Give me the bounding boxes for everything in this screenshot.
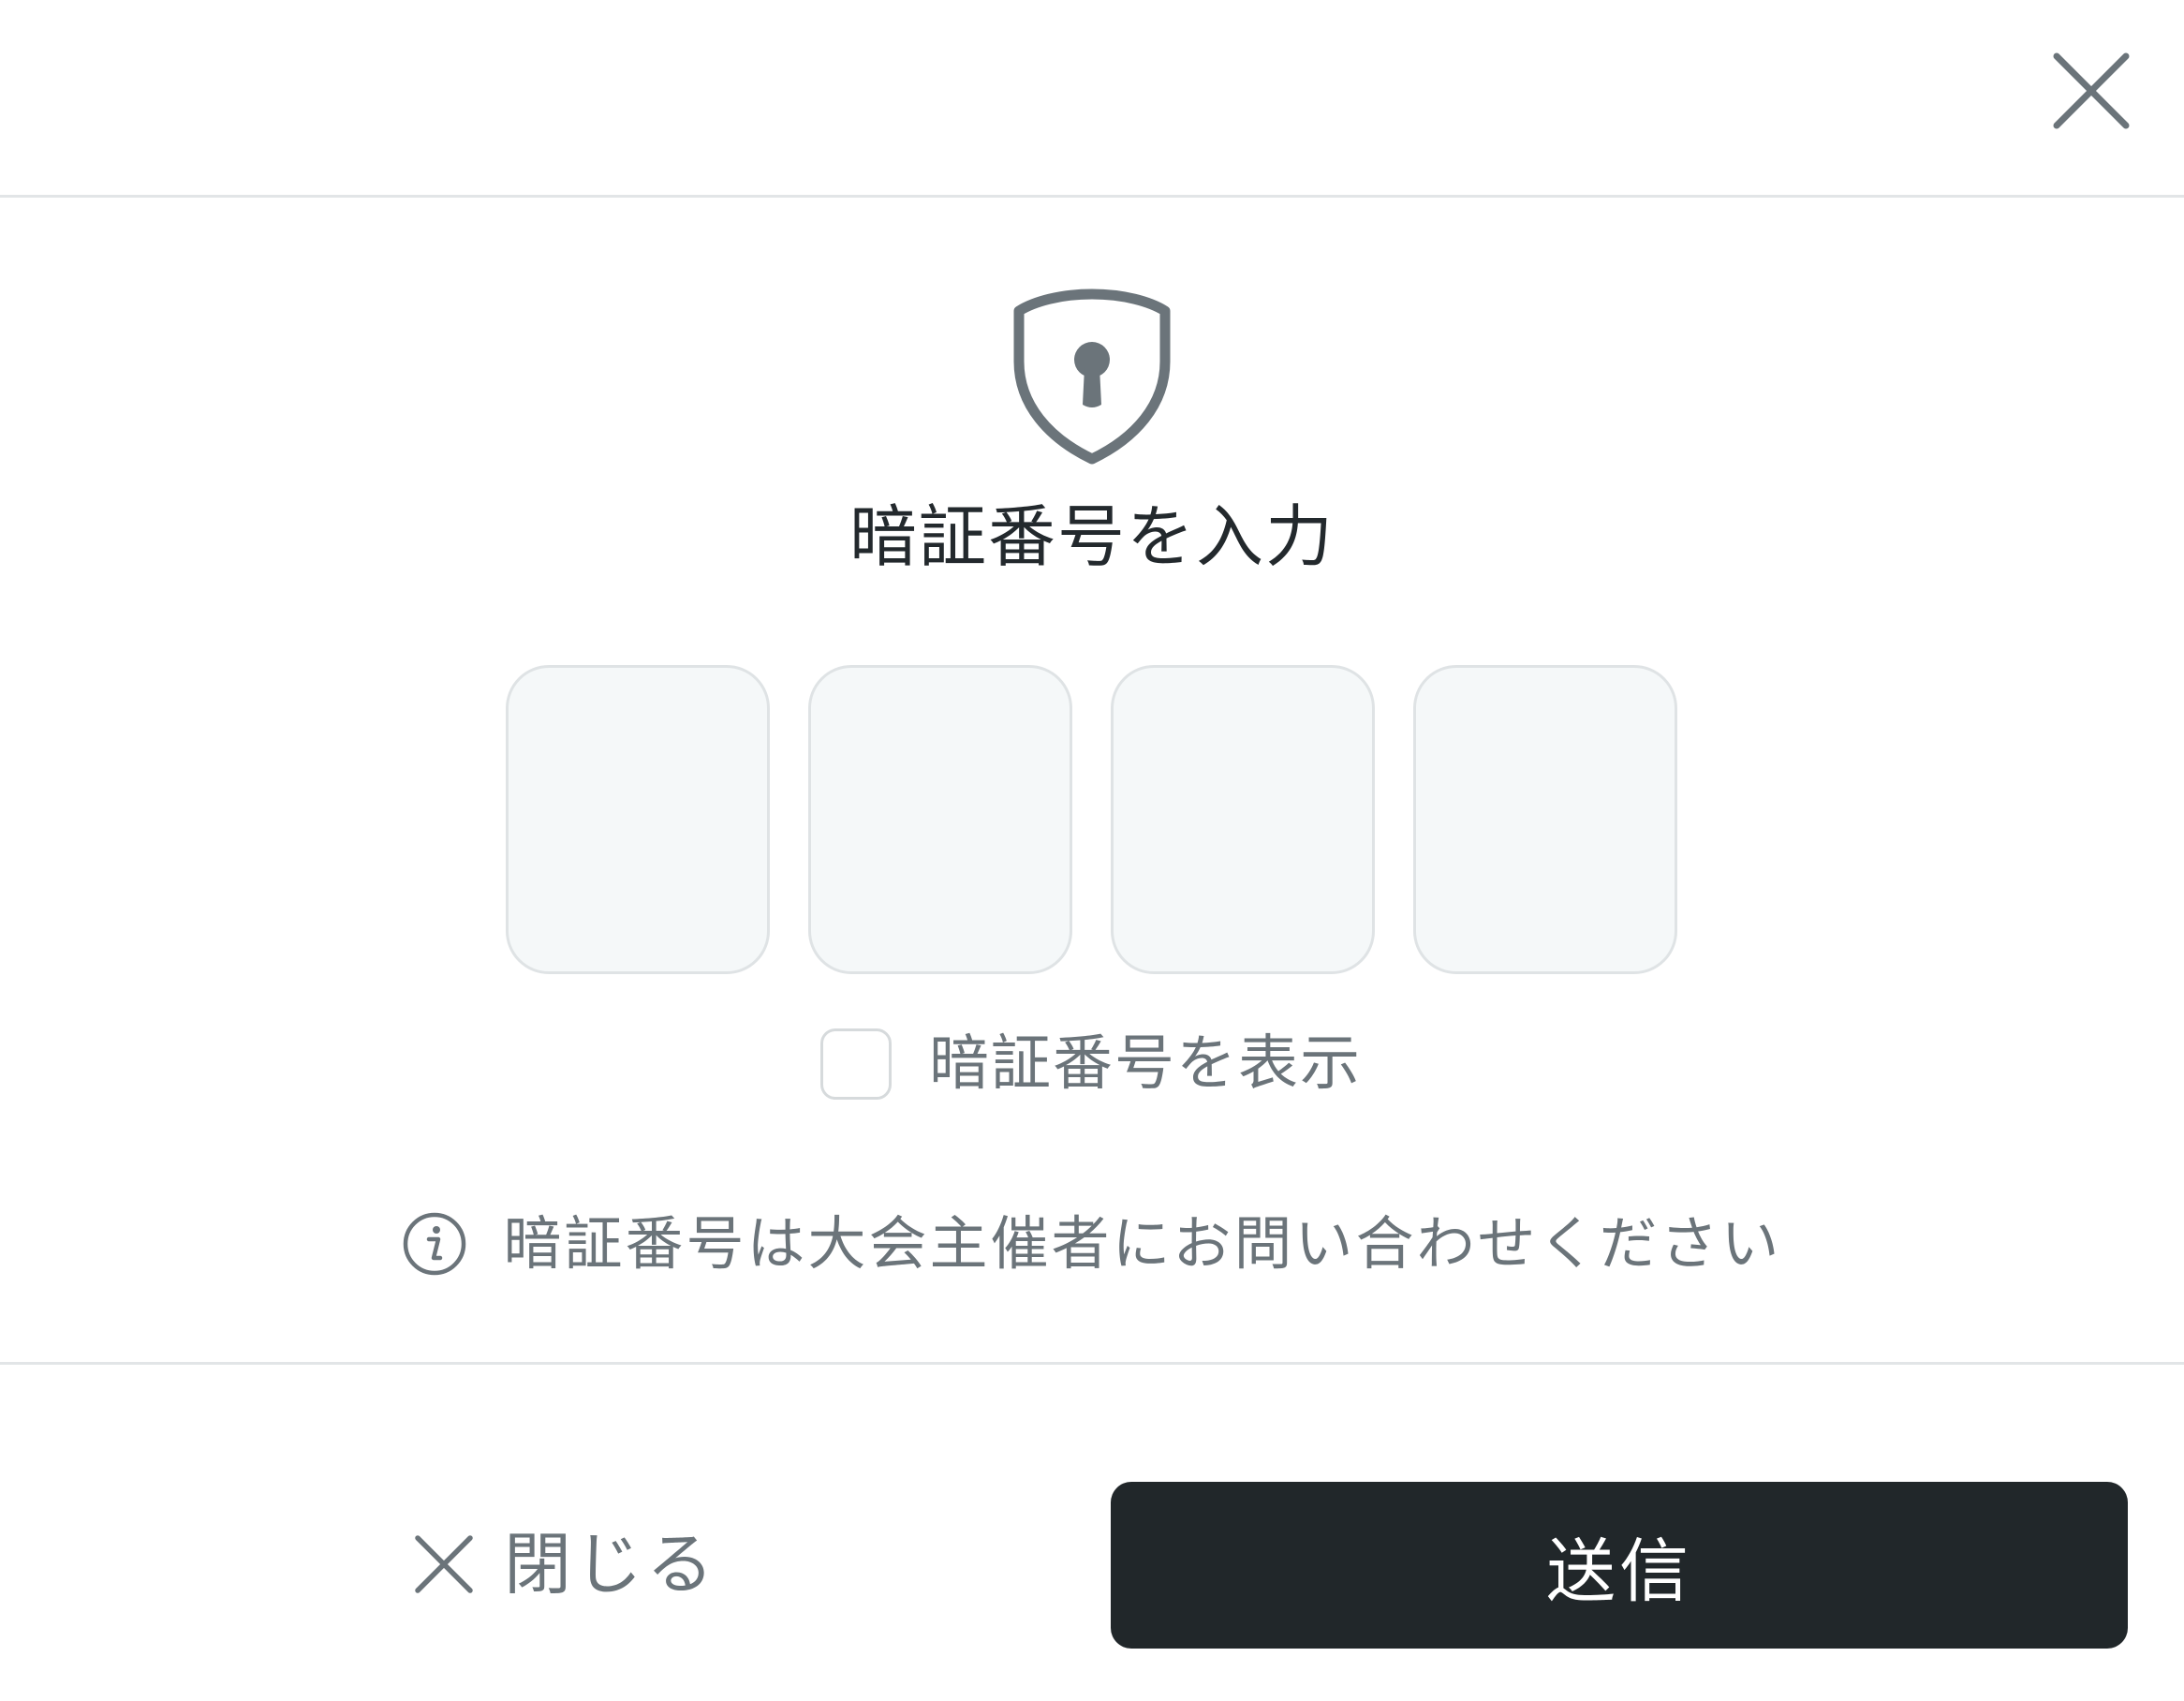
show-pin-toggle[interactable]: 暗証番号を表示 — [820, 1028, 1362, 1100]
pin-dialog: 暗証番号を入力 暗証番号を表示 暗証番号は大会主催者にお問い合わせください 閉じ… — [0, 0, 2184, 1701]
dialog-title: 暗証番号を入力 — [849, 497, 1335, 576]
dialog-header — [0, 0, 2184, 198]
pin-digit-1[interactable] — [506, 665, 770, 974]
close-icon — [412, 1532, 476, 1596]
show-pin-checkbox[interactable] — [820, 1028, 892, 1100]
shield-lock-icon — [1010, 285, 1174, 466]
show-pin-label: 暗証番号を表示 — [929, 1029, 1362, 1099]
info-icon — [402, 1211, 467, 1277]
pin-digit-3[interactable] — [1111, 665, 1375, 974]
close-icon[interactable] — [2051, 51, 2132, 131]
submit-button-label: 送信 — [1546, 1531, 1692, 1612]
footer-divider — [0, 1362, 2184, 1365]
info-message: 暗証番号は大会主催者にお問い合わせください — [0, 1206, 2184, 1281]
close-button-label: 閉じる — [504, 1525, 718, 1604]
submit-button[interactable]: 送信 — [1111, 1482, 2128, 1649]
pin-input-group — [506, 665, 1678, 974]
pin-digit-2[interactable] — [808, 665, 1072, 974]
info-text: 暗証番号は大会主催者にお問い合わせください — [503, 1209, 1782, 1278]
pin-digit-4[interactable] — [1413, 665, 1677, 974]
close-button[interactable]: 閉じる — [412, 1517, 717, 1611]
